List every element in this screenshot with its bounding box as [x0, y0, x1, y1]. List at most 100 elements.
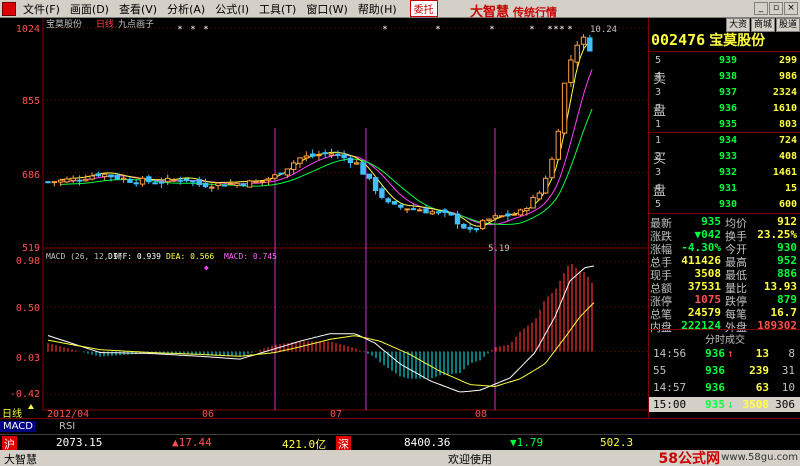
menu-bar: 文件(F) 画面(D) 查看(V) 分析(A) 公式(I) 工具(T) 窗口(W…: [0, 0, 800, 20]
candle-body: [183, 178, 190, 182]
candle-body: [240, 183, 247, 187]
candle-body: [505, 213, 511, 217]
tab-rsi[interactable]: RSI: [56, 421, 78, 432]
signal-star-icon: *: [177, 25, 182, 35]
bid-price: 930: [718, 199, 737, 210]
candle-body: [379, 188, 385, 198]
date-label-3: 08: [475, 409, 487, 418]
trade-count: 10: [781, 381, 795, 394]
candle-body: [486, 218, 492, 221]
candle-body: [492, 215, 499, 219]
period-tab[interactable]: 日线: [2, 407, 22, 420]
menu-tools[interactable]: 工具(T): [254, 1, 301, 17]
bid-row[interactable]: 4 931 15: [649, 181, 800, 197]
ask-volume: 1610: [772, 103, 797, 114]
candle-body: [461, 224, 467, 229]
trade-volume: 3508: [742, 398, 770, 411]
sell-caption-2: 盘: [653, 104, 667, 119]
restore-icon[interactable]: ▫: [769, 2, 783, 15]
sh-index: 2073.15: [56, 436, 103, 449]
candle-body: [89, 175, 95, 180]
candle-body: [530, 196, 536, 209]
trades-title[interactable]: 分时成交: [649, 331, 800, 346]
ask-price: 938: [718, 71, 737, 82]
macd-tick-bottom: -0.42: [10, 389, 40, 400]
candle-body: [309, 153, 316, 157]
candle-body: [45, 181, 51, 184]
divider: [649, 51, 800, 52]
chart-drawing: 九点画子: [118, 19, 154, 30]
candle-body: [221, 184, 228, 187]
candle-body: [372, 177, 379, 192]
signal-star-icon: *: [529, 25, 534, 35]
trade-row[interactable]: 15:00 935 ↓ 3508 306: [649, 397, 800, 412]
candle-body: [410, 208, 417, 211]
bid-row[interactable]: 3 932 1461: [649, 165, 800, 181]
menu-formula[interactable]: 公式(I): [210, 1, 254, 17]
candle-body: [347, 157, 354, 164]
candle-body: [83, 178, 89, 182]
sh-change: ▲17.44: [172, 436, 212, 449]
candle-body: [385, 198, 391, 203]
candle-body: [398, 204, 404, 208]
trade-time: 55: [653, 364, 667, 377]
signal-star-icon: *: [547, 25, 552, 35]
bid-level: 1: [655, 135, 662, 146]
ask-row[interactable]: 4 938 986: [649, 69, 800, 85]
low-mark: 5.19: [488, 244, 510, 254]
ask-volume: 803: [778, 119, 797, 130]
candle-body: [322, 152, 328, 155]
candle-body: [366, 173, 373, 179]
signal-star-icon: *: [190, 25, 195, 35]
bid-level: 3: [655, 167, 662, 178]
menu-help[interactable]: 帮助(H): [353, 1, 402, 17]
candle-body: [272, 174, 278, 179]
trade-price: 935: [705, 398, 725, 411]
trade-button[interactable]: 委托: [409, 0, 438, 17]
ask-row[interactable]: 1 935 803: [649, 117, 800, 133]
candle-body: [64, 178, 70, 183]
bid-row[interactable]: 2 933 408: [649, 149, 800, 165]
sell-caption-1: 卖: [653, 72, 667, 87]
bid-row[interactable]: 5 930 600: [649, 197, 800, 213]
menu-window[interactable]: 窗口(W): [301, 1, 352, 17]
candle-body: [234, 182, 240, 186]
candle-body: [57, 179, 64, 183]
menu-view-screen[interactable]: 画面(D): [65, 1, 114, 17]
trade-price: 936: [705, 381, 725, 394]
ask-row[interactable]: 5 939 299: [649, 53, 800, 69]
candle-body: [435, 211, 442, 214]
kline-chart[interactable]: ***********◆ 1024 855 686 519 1024 宝莫股份 …: [0, 18, 648, 420]
menu-file[interactable]: 文件(F): [18, 1, 65, 17]
trade-arrow: ↑: [727, 347, 734, 360]
candle-body: [202, 182, 209, 188]
trade-row[interactable]: 14:56 936 ↑ 13 8: [649, 346, 800, 361]
ask-level: 1: [655, 119, 662, 130]
minimize-icon[interactable]: _: [754, 2, 768, 15]
ask-row[interactable]: 3 937 2324: [649, 85, 800, 101]
trade-volume: 239: [749, 364, 769, 377]
candle-body: [417, 209, 423, 212]
candle-body: [587, 37, 593, 52]
candle-body: [442, 209, 448, 213]
candle-body: [278, 172, 284, 175]
candle-body: [177, 179, 184, 182]
macd-dea-label: DEA: 0.566: [166, 252, 214, 261]
sz-change: ▼1.79: [510, 436, 544, 449]
bid-price: 931: [718, 183, 737, 194]
menu-view[interactable]: 查看(V): [114, 1, 162, 17]
trade-row[interactable]: 55 936 239 31: [649, 363, 800, 378]
signal-star-icon: *: [203, 25, 208, 35]
chart-period: 日线: [96, 18, 114, 30]
ask-row[interactable]: 2 936 1610: [649, 101, 800, 117]
tab-macd[interactable]: MACD: [0, 421, 36, 432]
trade-row[interactable]: 14:57 936 63 10: [649, 380, 800, 395]
candle-body: [473, 228, 480, 231]
close-icon[interactable]: ×: [784, 2, 798, 15]
chart-area[interactable]: ***********◆ 1024 855 686 519 1024 宝莫股份 …: [0, 18, 648, 420]
candle-body: [448, 212, 454, 216]
bid-row[interactable]: 1 934 724: [649, 133, 800, 149]
signal-star-icon: *: [553, 25, 558, 35]
price-tick-519: 519: [22, 243, 40, 254]
menu-analysis[interactable]: 分析(A): [162, 1, 210, 17]
